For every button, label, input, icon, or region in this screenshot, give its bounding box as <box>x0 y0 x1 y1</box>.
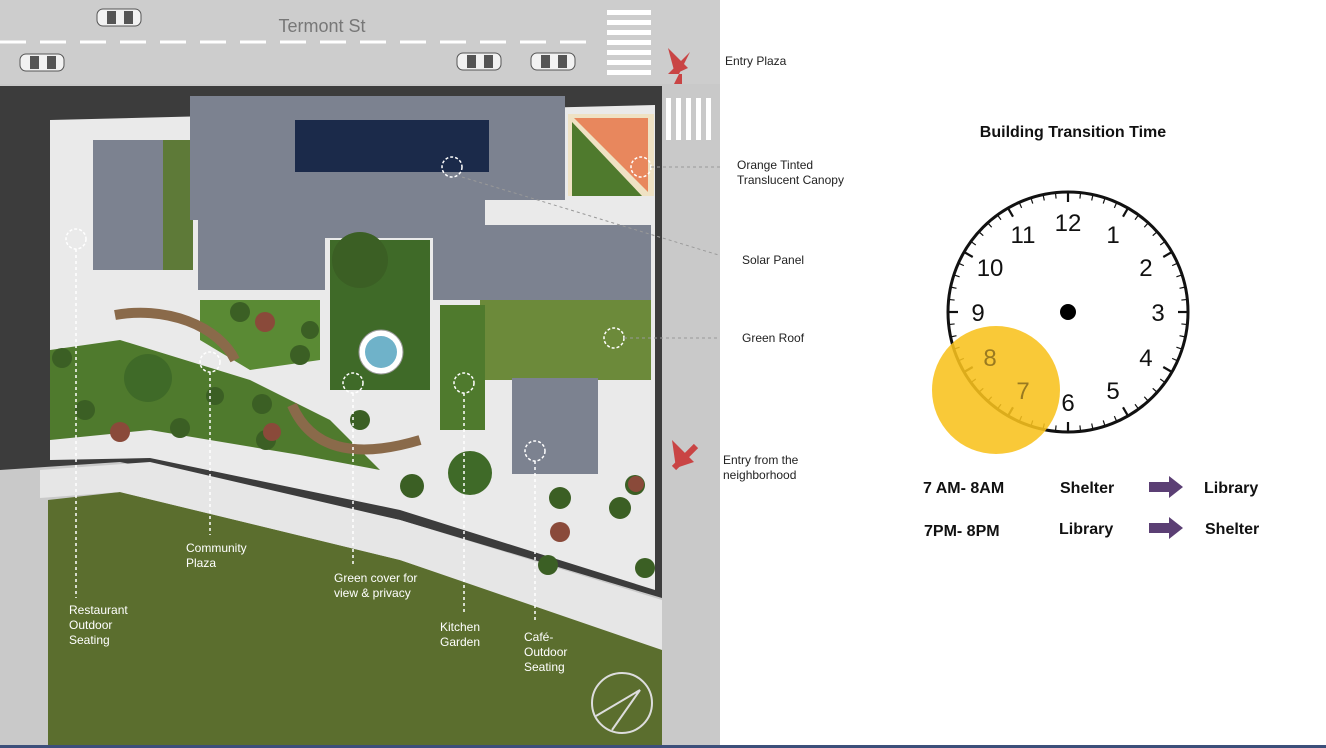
car <box>19 53 65 72</box>
clock-hour-label-5: 5 <box>1106 378 1119 405</box>
label-cafe: Café- Outdoor Seating <box>524 630 567 675</box>
callout-canopy: Orange Tinted Translucent Canopy <box>737 158 844 188</box>
clock-minor-tick <box>1181 298 1187 301</box>
car <box>530 52 576 71</box>
label-community-plaza: Community Plaza <box>186 541 247 571</box>
callout-entry-plaza: Entry Plaza <box>725 54 787 68</box>
cafe-building-roof <box>512 378 598 474</box>
clock-hour-label-11: 11 <box>1011 222 1036 249</box>
label-line: Outdoor <box>524 645 568 659</box>
clock-hour-label-12: 12 <box>1055 210 1082 237</box>
label-line: Garden <box>440 635 481 649</box>
label-kitchen-garden: Kitchen Garden <box>440 620 480 650</box>
clock-minor-tick <box>949 298 955 301</box>
label-restaurant: Restaurant Outdoor Seating <box>69 603 128 648</box>
fountain-water <box>365 336 397 368</box>
callout-line: Orange Tinted <box>737 158 814 172</box>
clock-hour-label-6: 6 <box>1061 390 1074 417</box>
label-line: Café- <box>524 630 554 644</box>
transition-clock: 12 12 3 45 6 9 10 11 78 <box>932 190 1190 454</box>
planter <box>124 354 172 402</box>
kitchen-garden <box>440 305 485 430</box>
callout-line: Translucent Canopy <box>737 173 844 187</box>
clock-hour-label-4: 4 <box>1139 345 1152 372</box>
clock-minor-tick <box>1181 323 1187 326</box>
clock-minor-tick <box>1054 193 1057 199</box>
clock-minor-tick <box>1079 425 1082 431</box>
callout-entry-neighborhood: Entry from the neighborhood <box>723 453 798 483</box>
label-line: Community <box>186 541 247 555</box>
clock-minor-tick <box>949 323 955 326</box>
planter <box>448 451 492 495</box>
schedule-to-2: Shelter <box>1205 521 1260 538</box>
callout-solar-panel: Solar Panel <box>742 253 805 267</box>
west-building-roof <box>93 140 163 270</box>
clock-hour-label-3: 3 <box>1151 300 1164 327</box>
schedule-from-2: Library <box>1059 521 1114 538</box>
label-line: Outdoor <box>69 618 113 632</box>
planting-strip <box>163 140 193 270</box>
label-line: Restaurant <box>69 603 128 617</box>
label-line: Green cover for <box>334 571 418 585</box>
callout-line: neighborhood <box>723 468 797 482</box>
callout-green-roof: Green Roof <box>742 331 805 345</box>
schedule-from-1: Shelter <box>1060 480 1115 497</box>
callout-line: Entry from the <box>723 453 799 467</box>
schedule-arrow-icon <box>1149 517 1183 539</box>
car <box>96 8 142 27</box>
label-line: Seating <box>69 633 110 647</box>
solar-panel-array <box>295 120 489 172</box>
label-line: view & privacy <box>334 586 411 600</box>
clock-minor-tick <box>1079 193 1082 199</box>
schedule-time-1: 7 AM- 8AM <box>923 480 1005 497</box>
schedule-time-2: 7PM- 8PM <box>924 523 1000 540</box>
label-green-cover: Green cover for view & privacy <box>334 571 417 601</box>
clock-hour-label-8: 8 <box>983 345 996 372</box>
schedule-to-1: Library <box>1204 480 1259 497</box>
label-line: Plaza <box>186 556 217 570</box>
chart-title: Building Transition Time <box>979 124 1167 141</box>
clock-hour-label-1: 1 <box>1106 222 1119 249</box>
clock-hour-label-2: 2 <box>1139 255 1152 282</box>
label-line: Seating <box>524 660 565 674</box>
clock-hour-label-7: 7 <box>1016 378 1029 405</box>
car <box>456 52 502 71</box>
street-name: Termont St <box>278 16 365 36</box>
clock-center-dot <box>1060 304 1076 320</box>
east-building-roof <box>433 225 651 300</box>
clock-minor-tick <box>1054 425 1057 431</box>
clock-hour-label-9: 9 <box>971 300 984 327</box>
schedule-arrow-icon <box>1149 476 1183 498</box>
label-line: Kitchen <box>440 620 481 634</box>
clock-hour-label-10: 10 <box>977 255 1004 282</box>
green-roof <box>480 300 651 380</box>
